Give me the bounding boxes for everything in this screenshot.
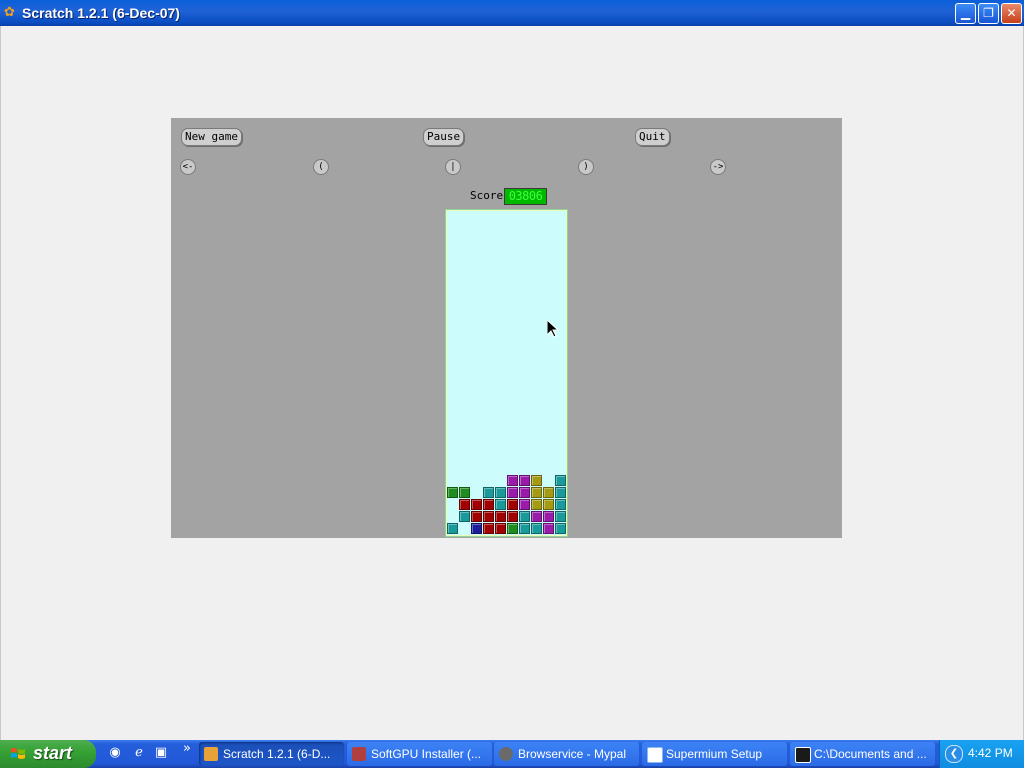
taskbar-item-scratch[interactable]: Scratch 1.2.1 (6-D... xyxy=(199,742,344,766)
task-label: C:\Documents and ... xyxy=(814,747,927,761)
start-label: start xyxy=(33,743,73,763)
board-block xyxy=(531,487,542,498)
windows-flag-icon xyxy=(11,748,25,759)
start-button[interactable]: start xyxy=(0,740,96,768)
board-block xyxy=(519,511,530,522)
move-left-button[interactable]: <- xyxy=(180,159,196,175)
board-block xyxy=(555,511,566,522)
close-button[interactable]: ✕ xyxy=(1001,3,1022,24)
quick-launch-more-icon[interactable]: » xyxy=(179,741,195,757)
restore-button[interactable]: ❐ xyxy=(978,3,999,24)
board-block xyxy=(483,523,494,534)
taskbar: start ◉ ℯ ▣ » Scratch 1.2.1 (6-D... Soft… xyxy=(0,740,1024,768)
installer-icon xyxy=(352,747,366,761)
task-label: Browservice - Mypal xyxy=(518,747,627,761)
board-block xyxy=(483,499,494,510)
board-block xyxy=(483,487,494,498)
board-block xyxy=(507,499,518,510)
rotate-cw-button[interactable]: ) xyxy=(578,159,594,175)
minimize-button[interactable]: ▁ xyxy=(955,3,976,24)
board-block xyxy=(495,523,506,534)
board-block xyxy=(519,475,530,486)
game-stage[interactable]: New game Pause Quit <- ( | ) -> Score: 0… xyxy=(171,118,842,538)
task-label: Scratch 1.2.1 (6-D... xyxy=(223,747,331,761)
show-desktop-icon[interactable]: ▣ xyxy=(153,745,169,761)
setup-window-icon xyxy=(647,747,663,763)
board-block xyxy=(507,511,518,522)
taskbar-item-documents[interactable]: C:\Documents and ... xyxy=(790,742,935,766)
task-label: Supermium Setup xyxy=(666,747,763,761)
board-block xyxy=(495,487,506,498)
board-block xyxy=(543,487,554,498)
board-block xyxy=(471,511,482,522)
board-block xyxy=(507,475,518,486)
rotate-ccw-button[interactable]: ( xyxy=(313,159,329,175)
board-block xyxy=(507,487,518,498)
board-block xyxy=(555,475,566,486)
board-block xyxy=(459,487,470,498)
7zip-icon xyxy=(795,747,811,763)
board-block xyxy=(483,511,494,522)
score-display: 03806 xyxy=(504,188,547,205)
mypal-icon xyxy=(499,747,513,761)
drop-button[interactable]: | xyxy=(445,159,461,175)
board-block xyxy=(531,499,542,510)
mypal-browser-icon[interactable]: ◉ xyxy=(107,745,123,761)
scratch-app-icon: ✿ xyxy=(4,5,15,20)
scratch-icon xyxy=(204,747,218,761)
board-block xyxy=(531,511,542,522)
board-block xyxy=(555,487,566,498)
board-block xyxy=(543,523,554,534)
taskbar-item-browservice[interactable]: Browservice - Mypal xyxy=(494,742,639,766)
taskbar-item-supermium[interactable]: Supermium Setup xyxy=(642,742,787,766)
board-block xyxy=(531,475,542,486)
internet-explorer-icon[interactable]: ℯ xyxy=(131,745,147,761)
taskbar-item-softgpu[interactable]: SoftGPU Installer (... xyxy=(347,742,492,766)
board-block xyxy=(471,499,482,510)
show-hidden-icons-icon[interactable]: ❮ xyxy=(945,745,963,763)
board-block xyxy=(531,523,542,534)
board-block xyxy=(507,523,518,534)
move-right-button[interactable]: -> xyxy=(710,159,726,175)
tetris-board[interactable] xyxy=(445,209,568,537)
board-block xyxy=(519,523,530,534)
board-block xyxy=(495,511,506,522)
board-block xyxy=(471,523,482,534)
board-block xyxy=(459,499,470,510)
new-game-button[interactable]: New game xyxy=(181,128,242,146)
board-block xyxy=(447,523,458,534)
window-titlebar[interactable]: ✿ Scratch 1.2.1 (6-Dec-07) ▁ ❐ ✕ xyxy=(0,0,1024,26)
board-block xyxy=(543,499,554,510)
quit-button[interactable]: Quit xyxy=(635,128,670,146)
task-label: SoftGPU Installer (... xyxy=(371,747,482,761)
window-title: Scratch 1.2.1 (6-Dec-07) xyxy=(22,5,180,21)
mouse-cursor-icon xyxy=(547,320,559,338)
board-block xyxy=(555,523,566,534)
board-block xyxy=(495,499,506,510)
board-block xyxy=(447,487,458,498)
pause-button[interactable]: Pause xyxy=(423,128,465,146)
system-tray: ❮ 4:42 PM xyxy=(939,740,1024,768)
board-block xyxy=(543,511,554,522)
board-block xyxy=(459,511,470,522)
board-block xyxy=(519,499,530,510)
board-block xyxy=(555,499,566,510)
clock: 4:42 PM xyxy=(968,746,1013,760)
board-block xyxy=(519,487,530,498)
